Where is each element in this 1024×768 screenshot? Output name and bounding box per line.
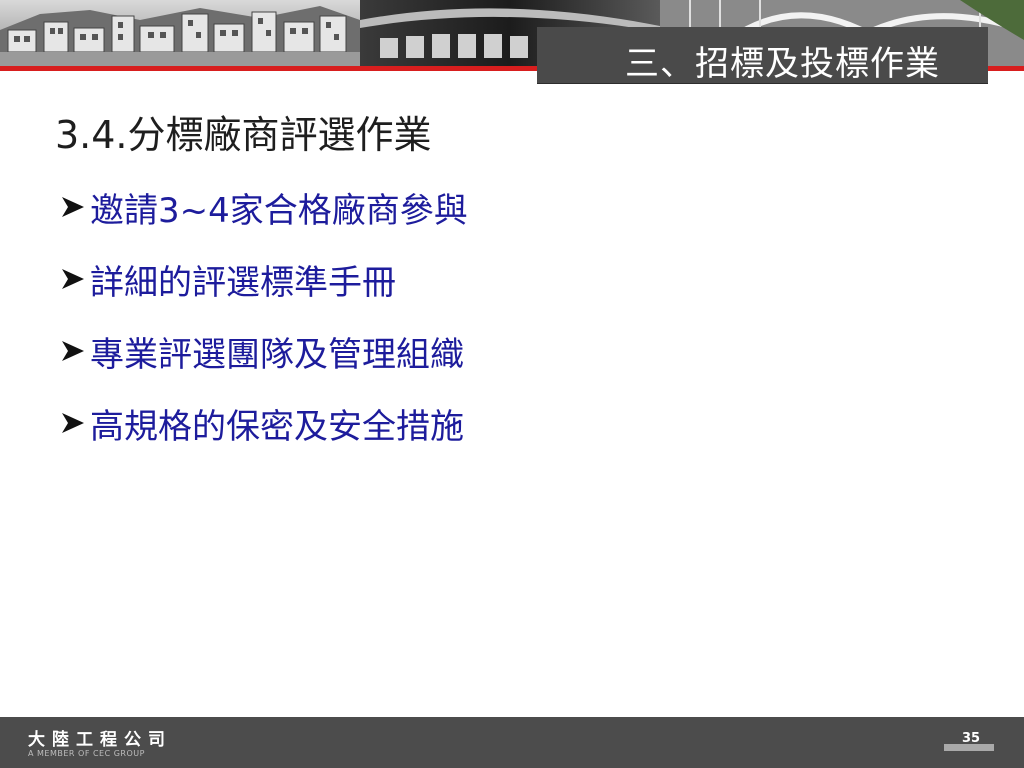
- presentation-slide: 三、招標及投標作業 3.4.分標廠商評選作業 邀請3~4家合格廠商參與 詳細的評…: [0, 0, 1024, 768]
- bullet-text: 專業評選團隊及管理組織: [90, 334, 464, 375]
- arrowhead-bullet-icon: [62, 269, 84, 289]
- bullet-item: 專業評選團隊及管理組織: [56, 327, 468, 375]
- company-logo-text: 大陸工程公司: [28, 730, 172, 750]
- slide-footer: 大陸工程公司 A MEMBER OF CEC GROUP 35: [0, 717, 1024, 768]
- slide-heading: 3.4.分標廠商評選作業: [55, 113, 432, 157]
- bullet-text: 高規格的保密及安全措施: [90, 406, 464, 447]
- page-number: 35: [961, 731, 981, 746]
- bullet-item: 詳細的評選標準手冊: [56, 255, 468, 303]
- bullet-item: 邀請3~4家合格廠商參與: [56, 183, 468, 231]
- section-title-box: 三、招標及投標作業: [537, 27, 988, 84]
- bullet-list: 邀請3~4家合格廠商參與 詳細的評選標準手冊 專業評選團隊及管理組織 高規格的保…: [56, 183, 468, 471]
- section-title: 三、招標及投標作業: [625, 44, 940, 84]
- company-tagline: A MEMBER OF CEC GROUP: [28, 749, 145, 758]
- bullet-item: 高規格的保密及安全措施: [56, 399, 468, 447]
- bullet-text: 邀請3~4家合格廠商參與: [90, 190, 468, 231]
- arrowhead-bullet-icon: [62, 341, 84, 361]
- arrowhead-bullet-icon: [62, 413, 84, 433]
- arrowhead-bullet-icon: [62, 197, 84, 217]
- bullet-text: 詳細的評選標準手冊: [90, 262, 396, 303]
